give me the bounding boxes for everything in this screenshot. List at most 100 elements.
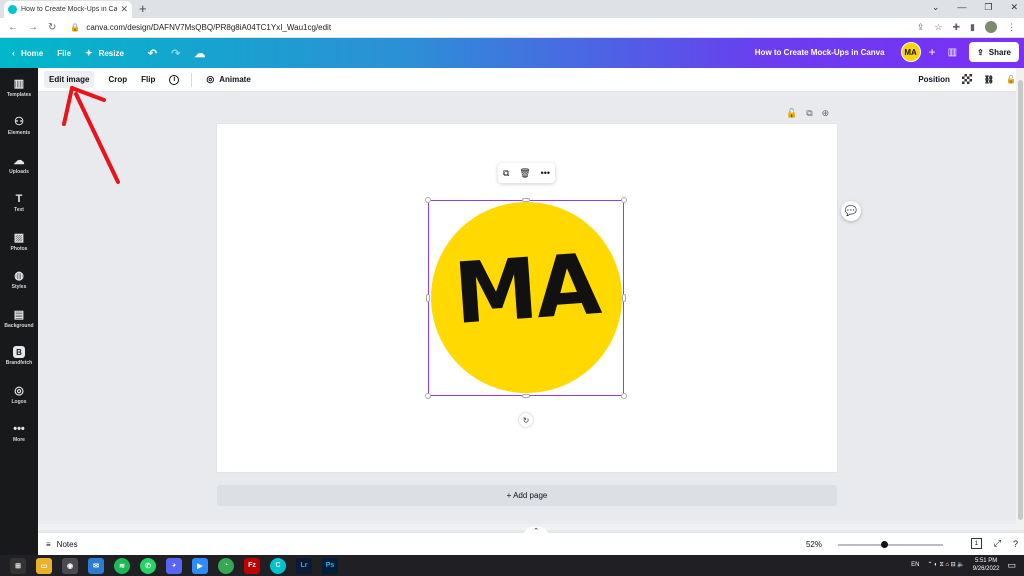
chrome-icon[interactable]: ◉	[62, 557, 78, 574]
sidebar-item-text[interactable]: T Text	[0, 193, 38, 213]
filezilla-icon[interactable]: Fz	[244, 557, 260, 574]
tray-icons[interactable]: ⌃ ◐ ⧖ ⌂ ⊟ 🔈	[927, 561, 964, 569]
whatsapp-icon[interactable]: ✆	[140, 557, 156, 574]
sidebar-item-styles[interactable]: ◍ Styles	[0, 269, 38, 290]
resize-handle-bottom-left[interactable]	[425, 393, 431, 399]
back-arrow-icon[interactable]: ←	[8, 22, 18, 33]
spotify-icon[interactable]: ≋	[114, 557, 130, 574]
info-button[interactable]: i	[169, 74, 180, 85]
page-controls: 🔓 ⧉ ⊕	[786, 108, 829, 119]
green-app-icon[interactable]: ◔	[218, 557, 234, 574]
add-comment-icon[interactable]: 💬	[841, 201, 861, 221]
cloud-save-icon[interactable]: ☁	[194, 47, 205, 60]
animate-button[interactable]: ◎ Animate	[206, 74, 250, 85]
notes-icon: ≡	[46, 539, 51, 549]
windows-start-icon[interactable]: ⊞	[10, 557, 26, 574]
profile-avatar[interactable]	[985, 21, 997, 33]
chevron-up-icon[interactable]: ⌃	[524, 527, 548, 537]
notes-button[interactable]: ≡ Notes	[46, 540, 78, 549]
left-sidebar: ▥ Templates ⚇ Elements ☁ Uploads T Text ▨ Pho…	[0, 68, 38, 555]
flip-button[interactable]: Flip	[141, 75, 155, 84]
home-button[interactable]: ‹ Home	[12, 48, 43, 58]
zoom-level[interactable]: 52%	[806, 540, 822, 549]
info-icon: i	[169, 74, 180, 85]
add-collaborator-icon[interactable]: +	[929, 45, 936, 59]
position-button[interactable]: Position	[918, 75, 950, 84]
rotate-handle-icon[interactable]: ↻	[519, 413, 533, 427]
more-dots-icon: •••	[13, 423, 25, 435]
link-icon[interactable]: ⛓	[984, 75, 994, 84]
resize-handle-bottom-right[interactable]	[621, 393, 627, 399]
resize-handle-left[interactable]	[426, 294, 430, 302]
file-menu[interactable]: File	[57, 49, 71, 58]
help-icon[interactable]: ?	[1013, 539, 1018, 549]
user-avatar[interactable]: MA	[900, 42, 921, 62]
resize-handle-top-right[interactable]	[621, 197, 627, 203]
sidebar-item-templates[interactable]: ▥ Templates	[0, 77, 38, 98]
extensions-puzzle-icon[interactable]: ✚	[953, 22, 961, 33]
redo-button[interactable]: ↷	[171, 47, 180, 60]
text-icon: T	[15, 193, 23, 205]
reload-icon[interactable]: ↻	[48, 22, 56, 33]
lightroom-icon[interactable]: Lr	[296, 557, 312, 574]
discord-icon[interactable]: ◕	[166, 557, 182, 574]
language-indicator[interactable]: EN	[911, 562, 919, 568]
duplicate-icon[interactable]: ⧉	[503, 168, 509, 179]
url-field[interactable]: 🔒 canva.com/design/DAFNV7MsQBQ/PR8g8iA04…	[70, 23, 331, 32]
new-tab-button[interactable]: +	[139, 1, 147, 16]
resize-handle-top[interactable]	[522, 198, 530, 202]
browser-tab-title: How to Create Mock-Ups in Canva	[21, 6, 118, 13]
add-page-button[interactable]: + Add page	[217, 485, 837, 506]
add-page-icon[interactable]: ⊕	[822, 108, 830, 119]
resize-handle-right[interactable]	[622, 294, 626, 302]
bookmark-star-icon[interactable]: ☆	[934, 22, 942, 33]
lock-page-icon[interactable]: 🔓	[786, 108, 797, 119]
canva-app-icon[interactable]: C	[270, 557, 286, 574]
page-count-button[interactable]: 1	[970, 538, 982, 549]
lock-element-icon[interactable]: 🔓	[1006, 75, 1016, 84]
photoshop-icon[interactable]: Ps	[322, 557, 338, 574]
restore-icon[interactable]: ❐	[984, 2, 992, 13]
sidebar-item-logos[interactable]: ◎ Logos	[0, 384, 38, 405]
duplicate-page-icon[interactable]: ⧉	[806, 108, 812, 119]
system-clock[interactable]: 5:51 PM 9/26/2022	[973, 557, 1000, 573]
insights-chart-icon[interactable]: ▥	[948, 47, 957, 58]
resize-handle-bottom[interactable]	[522, 394, 530, 398]
document-title[interactable]: How to Create Mock-Ups in Canva	[755, 48, 885, 57]
sidebar-item-more[interactable]: ••• More	[0, 423, 38, 443]
sidebar-item-uploads[interactable]: ☁ Uploads	[0, 154, 38, 175]
fullscreen-icon[interactable]: ⤢	[994, 538, 1001, 549]
close-window-icon[interactable]: ✕	[1010, 2, 1018, 13]
vertical-scroll-thumb[interactable]	[1018, 80, 1023, 520]
forward-arrow-icon[interactable]: →	[28, 22, 38, 33]
minimize-icon[interactable]: —	[957, 2, 966, 13]
sidebar-item-brandfetch[interactable]: B Brandfetch	[0, 346, 38, 366]
zoom-slider-knob[interactable]	[881, 541, 888, 548]
sidebar-item-background[interactable]: ▤ Background	[0, 308, 38, 329]
browser-tab-bar: How to Create Mock-Ups in Canva ✕ + ⌄ — …	[0, 0, 1024, 18]
more-options-icon[interactable]: •••	[541, 168, 550, 178]
browser-tab[interactable]: How to Create Mock-Ups in Canva ✕	[4, 1, 132, 18]
zoom-app-icon[interactable]: ▶	[192, 557, 208, 574]
chevron-down-icon[interactable]: ⌄	[932, 2, 940, 13]
crop-button[interactable]: Crop	[108, 75, 127, 84]
trash-icon[interactable]: 🗑	[519, 168, 530, 179]
address-bar: ← → ↻ 🔒 canva.com/design/DAFNV7MsQBQ/PR8…	[0, 18, 1024, 38]
sidebar-item-photos[interactable]: ▨ Photos	[0, 231, 38, 252]
logos-icon: ◎	[14, 385, 24, 397]
sidebar-item-elements[interactable]: ⚇ Elements	[0, 115, 38, 136]
sidepanel-icon[interactable]: ▮	[970, 22, 975, 33]
outlook-icon[interactable]: ✉	[88, 557, 104, 574]
transparency-icon[interactable]	[961, 74, 972, 84]
file-explorer-icon[interactable]: ▭	[36, 557, 52, 574]
zoom-slider[interactable]	[838, 544, 943, 546]
notification-icon[interactable]: ▭	[1007, 560, 1016, 571]
browser-menu-icon[interactable]: ⋮	[1007, 22, 1016, 33]
share-page-icon[interactable]: ⇪	[917, 22, 925, 33]
resize-button[interactable]: ✦ Resize	[85, 48, 124, 59]
close-tab-icon[interactable]: ✕	[120, 4, 128, 15]
edit-image-button[interactable]: Edit image	[44, 71, 95, 88]
share-button[interactable]: ⇪ Share	[969, 42, 1019, 62]
undo-button[interactable]: ↶	[148, 47, 157, 60]
resize-handle-top-left[interactable]	[425, 197, 431, 203]
